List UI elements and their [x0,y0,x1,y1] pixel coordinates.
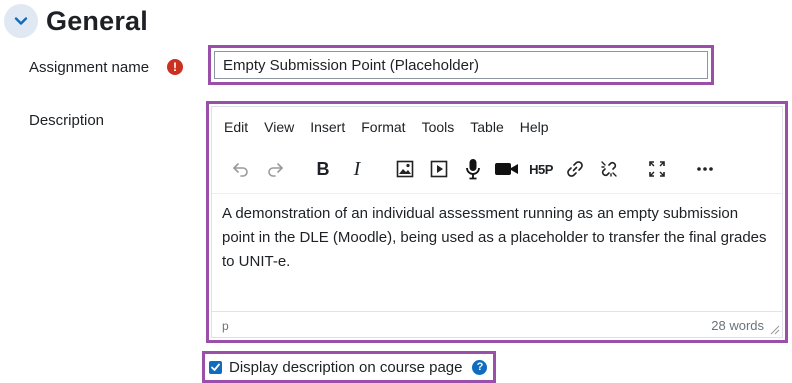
microphone-icon [466,159,480,180]
menu-tools[interactable]: Tools [422,119,455,135]
undo-icon [233,163,248,177]
resize-handle-icon[interactable] [770,325,780,335]
link-icon [567,161,583,177]
media-button[interactable] [422,155,456,183]
collapse-button[interactable] [4,4,38,38]
help-icon[interactable]: ? [472,359,488,375]
record-audio-button[interactable] [456,155,490,183]
redo-button[interactable] [258,155,292,183]
italic-button[interactable]: I [340,155,374,183]
unlink-icon [601,161,617,177]
description-label: Description [29,112,105,129]
menu-table[interactable]: Table [470,119,503,135]
fullscreen-icon [649,161,665,177]
record-video-button[interactable] [490,155,524,183]
redo-icon [268,163,283,177]
checkmark-icon [211,363,220,371]
italic-icon: I [353,157,361,180]
bold-button[interactable]: B [306,155,340,183]
editor-statusbar: p 28 words [212,311,782,337]
assignment-name-label: Assignment name [29,59,150,76]
h5p-button[interactable]: H5P [524,155,558,183]
editor-menubar: Edit View Insert Format Tools Table Help [224,119,565,135]
display-description-highlight: Display description on course page ? [202,351,496,383]
fullscreen-button[interactable] [640,155,674,183]
word-count: 28 words [711,318,764,333]
description-editor: Edit View Insert Format Tools Table Help [211,106,783,338]
unlink-button[interactable] [592,155,626,183]
image-icon [396,160,414,178]
element-path[interactable]: p [222,319,229,333]
display-description-label[interactable]: Display description on course page [229,359,462,376]
h5p-icon: H5P [529,161,553,177]
editor-toolbar: B I H5P [224,155,722,183]
bold-icon: B [316,158,330,179]
assignment-name-input[interactable] [214,51,708,79]
image-button[interactable] [388,155,422,183]
menu-view[interactable]: View [264,119,294,135]
menu-edit[interactable]: Edit [224,119,248,135]
menu-format[interactable]: Format [361,119,405,135]
display-description-checkbox[interactable] [209,360,222,374]
assignment-name-highlight [208,45,714,85]
more-icon [697,167,713,171]
media-icon [430,160,448,178]
video-camera-icon [495,163,518,175]
description-highlight: Edit View Insert Format Tools Table Help [206,101,788,343]
required-icon: ! [167,59,183,75]
more-button[interactable] [688,155,722,183]
section-title: General [46,5,148,36]
menu-insert[interactable]: Insert [310,119,345,135]
menu-help[interactable]: Help [520,119,549,135]
chevron-down-icon [14,17,28,25]
section-header: General [4,4,148,38]
undo-button[interactable] [224,155,258,183]
description-content[interactable]: A demonstration of an individual assessm… [212,193,782,311]
link-button[interactable] [558,155,592,183]
